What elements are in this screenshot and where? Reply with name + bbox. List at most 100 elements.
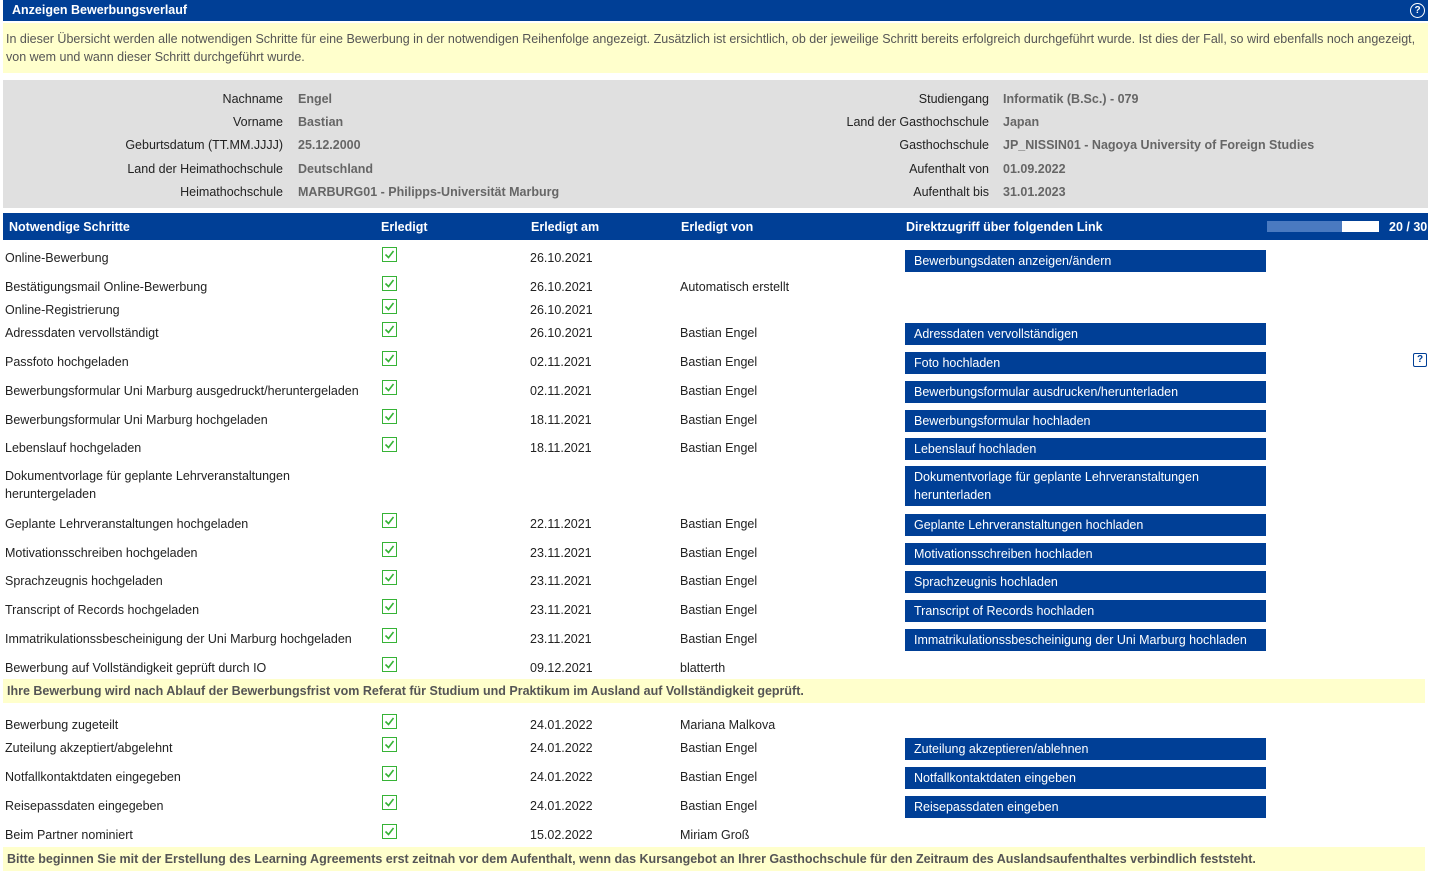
value-land-gast: Japan [1003, 115, 1040, 129]
page-title: Anzeigen Bewerbungsverlauf [12, 3, 188, 17]
header-link: Direktzugriff über folgenden Link [906, 220, 1103, 234]
done-by: Bastian Engel [680, 632, 758, 646]
help-circle-icon[interactable]: ? [1410, 3, 1425, 18]
step-name: Bewerbung zugeteilt [5, 718, 119, 732]
value-aufenthalt-bis: 31.01.2023 [1003, 185, 1066, 199]
notice-text: Bitte beginnen Sie mit der Erstellung de… [7, 852, 1256, 866]
done-by: Bastian Engel [680, 384, 758, 398]
done-date: 26.10.2021 [530, 303, 593, 317]
label-heimathochschule: Heimathochschule [180, 185, 283, 199]
done-by: Miriam Groß [680, 828, 750, 842]
label-studiengang: Studiengang [918, 92, 989, 106]
checkbox-checked-icon [382, 247, 397, 262]
done-by: Bastian Engel [680, 603, 758, 617]
checkbox-checked-icon [382, 322, 397, 337]
checkbox-checked-icon [382, 737, 397, 752]
checkbox-checked-icon [382, 351, 397, 366]
label-land-gast: Land der Gasthochschule [846, 115, 989, 129]
done-date: 02.11.2021 [530, 384, 592, 398]
step-name: Transcript of Records hochgeladen [5, 603, 200, 617]
step-name: Bewerbungsformular Uni Marburg ausgedruc… [5, 384, 359, 398]
done-date: 09.12.2021 [530, 661, 593, 675]
direct-link-button[interactable]: Notfallkontaktdaten eingeben [905, 767, 1266, 789]
step-name: Lebenslauf hochgeladen [5, 441, 142, 455]
checkbox-checked-icon [382, 766, 397, 781]
checkbox-checked-icon [382, 599, 397, 614]
done-by: Bastian Engel [680, 799, 758, 813]
step-name: Immatrikulationssbescheinigung der Uni M… [5, 632, 352, 646]
done-date: 23.11.2021 [530, 632, 592, 646]
done-by: blatterth [680, 661, 726, 675]
done-by: Bastian Engel [680, 326, 758, 340]
direct-link-button[interactable]: Geplante Lehrveranstaltungen hochladen [905, 514, 1266, 536]
direct-link-button[interactable]: Zuteilung akzeptieren/ablehnen [905, 738, 1266, 760]
label-nachname: Nachname [222, 92, 283, 106]
direct-link-button[interactable]: Lebenslauf hochladen [905, 438, 1266, 460]
value-studiengang: Informatik (B.Sc.) - 079 [1003, 92, 1139, 106]
checkbox-checked-icon [382, 276, 397, 291]
direct-link-button[interactable]: Foto hochladen [905, 352, 1266, 374]
done-date: 24.01.2022 [530, 741, 593, 755]
notice-banner: Ihre Bewerbung wird nach Ablauf der Bewe… [3, 679, 1425, 703]
done-by: Bastian Engel [680, 741, 758, 755]
table-row: Beim Partner nominiert 15.02.2022 Miriam G… [3, 822, 1428, 847]
header-done-on: Erledigt am [531, 220, 600, 234]
checkbox-checked-icon [382, 628, 397, 643]
person-details: Nachname Engel Vorname Bastian Geburtsda… [3, 80, 1428, 208]
done-by: Bastian Engel [680, 517, 758, 531]
step-name: Beim Partner nominiert [5, 828, 133, 842]
done-date: 18.11.2021 [530, 441, 592, 455]
table-row: Dokumentvorlage für geplante Lehrveranst… [3, 463, 1428, 511]
direct-link-button[interactable]: Motivationsschreiben hochladen [905, 543, 1266, 565]
done-by: Mariana Malkova [680, 718, 776, 732]
label-land-heimat: Land der Heimathochschule [127, 162, 283, 176]
table-row: Adressdaten vervollständigt 26.10.2021 Bas… [3, 320, 1428, 349]
direct-link-button[interactable]: Bewerbungsdaten anzeigen/ändern [905, 250, 1266, 272]
step-name: Bewerbung auf Vollständigkeit geprüft du… [5, 661, 267, 675]
step-name: Sprachzeugnis hochgeladen [5, 574, 163, 588]
help-box-icon[interactable]: ? [1413, 353, 1427, 367]
done-date: 15.02.2022 [530, 828, 593, 842]
direct-link-button[interactable]: Bewerbungsformular ausdrucken/herunterla… [905, 381, 1266, 403]
step-name: Motivationsschreiben hochgeladen [5, 546, 198, 560]
header-done-by: Erledigt von [681, 220, 754, 234]
notice-text: Ihre Bewerbung wird nach Ablauf der Bewe… [7, 684, 804, 698]
done-by: Bastian Engel [680, 441, 758, 455]
progress-count: 20 / 30 [1389, 220, 1428, 234]
table-row: Bewerbungsformular Uni Marburg hochgelad… [3, 407, 1428, 435]
done-date: 26.10.2021 [530, 280, 593, 294]
table-row: Bestätigungsmail Online-Bewerbung 26.10.2… [3, 274, 1428, 297]
checkbox-checked-icon [382, 657, 397, 672]
direct-link-button[interactable]: Bewerbungsformular hochladen [905, 410, 1266, 432]
label-vorname: Vorname [232, 115, 283, 129]
done-by: Bastian Engel [680, 546, 758, 560]
direct-link-button[interactable]: Transcript of Records hochladen [905, 600, 1266, 622]
checkbox-checked-icon [382, 299, 397, 314]
value-geburtsdatum: 25.12.2000 [298, 138, 361, 152]
direct-link-button[interactable]: Immatrikulationssbescheinigung der Uni M… [905, 629, 1266, 651]
step-name: Reisepassdaten eingegeben [5, 799, 164, 813]
table-row: Bewerbungsformular Uni Marburg ausgedruc… [3, 378, 1428, 407]
progress-bar [1267, 221, 1379, 232]
checkbox-checked-icon [382, 380, 397, 395]
done-by: Automatisch erstellt [680, 280, 790, 294]
direct-link-button[interactable]: Reisepassdaten eingeben [905, 796, 1266, 818]
step-name: Geplante Lehrveranstaltungen hochgeladen [5, 517, 249, 531]
done-date: 02.11.2021 [530, 355, 592, 369]
done-by: Bastian Engel [680, 574, 758, 588]
steps-table-header: Notwendige Schritte Erledigt Erledigt am… [3, 213, 1428, 240]
done-by: Bastian Engel [680, 355, 758, 369]
table-row: Sprachzeugnis hochgeladen 23.11.2021 Basti… [3, 568, 1428, 597]
step-name: Dokumentvorlage für geplante Lehrveranst… [5, 469, 290, 501]
table-row: Lebenslauf hochgeladen 18.11.2021 Bastian … [3, 435, 1428, 463]
direct-link-button[interactable]: Dokumentvorlage für geplante Lehrveranst… [905, 466, 1266, 506]
done-by: Bastian Engel [680, 413, 758, 427]
done-date: 24.01.2022 [530, 718, 593, 732]
direct-link-button[interactable]: Sprachzeugnis hochladen [905, 571, 1266, 593]
value-vorname: Bastian [298, 115, 344, 129]
table-row: Notfallkontaktdaten eingegeben 24.01.2022… [3, 764, 1428, 793]
table-row: Bewerbung auf Vollständigkeit geprüft du… [3, 655, 1428, 679]
direct-link-button[interactable]: Adressdaten vervollständigen [905, 323, 1266, 345]
window-title-bar: Anzeigen Bewerbungsverlauf ? [3, 0, 1428, 21]
table-row: Transcript of Records hochgeladen 23.11.2… [3, 597, 1428, 626]
